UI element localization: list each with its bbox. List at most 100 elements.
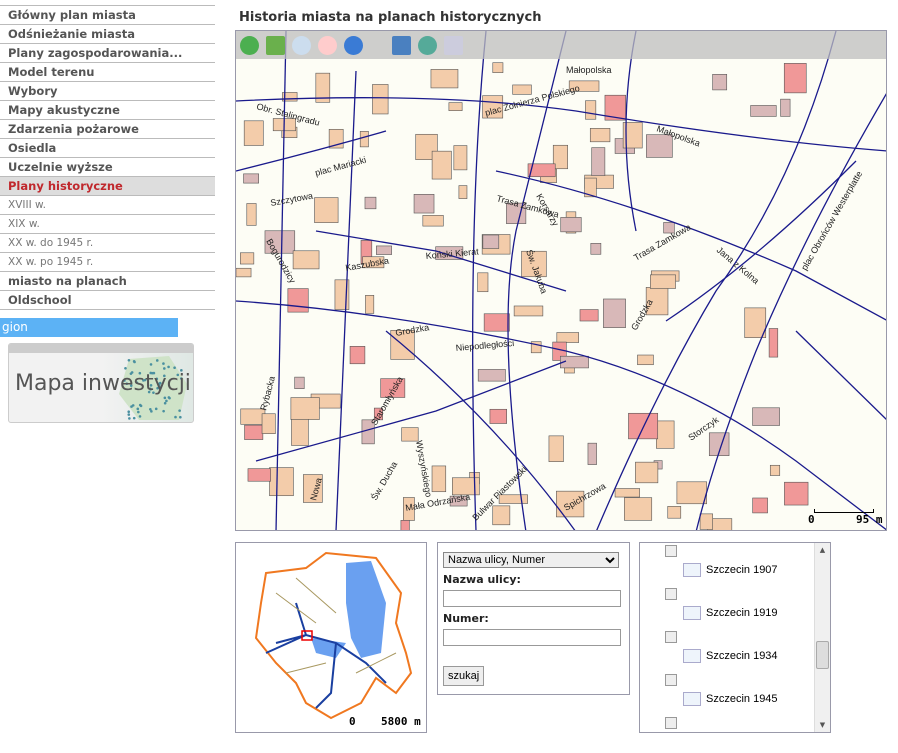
scale-value: 95 m	[856, 513, 883, 526]
region-header[interactable]: gion	[0, 318, 178, 337]
overview-scale-zero: 0	[349, 715, 356, 728]
layer-label: Szczecin 1945	[706, 693, 778, 705]
building	[290, 397, 320, 420]
street	[795, 330, 886, 420]
building	[591, 147, 606, 176]
layer-item[interactable]: Szczecin 1934	[683, 649, 778, 663]
nav-item[interactable]: Plany historyczne	[0, 177, 215, 196]
scrollbar[interactable]: ▲ ▼	[814, 543, 830, 732]
layer-item[interactable]: Szczecin 1919	[683, 606, 778, 620]
overview-map[interactable]: 0 5800 m	[235, 542, 427, 733]
nav-item[interactable]: XIX w.	[0, 215, 215, 234]
nav-item[interactable]: Uczelnie wyższe	[0, 158, 215, 177]
layers-panel: Szczecin 1907 Szczecin 1919 Szczecin 1934 S…	[639, 542, 831, 733]
street-label: Wyszyńskiego	[414, 440, 434, 498]
building	[292, 250, 320, 270]
scrollbar-thumb[interactable]	[816, 641, 829, 669]
street-label: plac Mariacki	[314, 155, 367, 178]
scroll-down-icon[interactable]: ▼	[815, 721, 830, 729]
building	[712, 74, 728, 91]
building	[769, 464, 781, 476]
building	[590, 243, 602, 255]
street-input[interactable]	[443, 590, 621, 607]
search-mode-select[interactable]: Nazwa ulicy, Numer	[443, 552, 619, 568]
building	[240, 408, 266, 425]
building	[676, 481, 707, 505]
overview-scale-value: 5800 m	[381, 715, 421, 728]
nav-item[interactable]: Odśnieżanie miasta	[0, 25, 215, 44]
building	[401, 427, 419, 442]
street-label: Nazwa ulicy:	[443, 573, 521, 586]
layer-label: Szczecin 1907	[706, 564, 778, 576]
nav-item[interactable]: XX w. po 1945 r.	[0, 253, 215, 272]
info-icon[interactable]	[344, 35, 363, 55]
building	[413, 194, 435, 214]
layer-icon	[683, 649, 701, 663]
building	[483, 313, 510, 332]
layer-item[interactable]: Szczecin 1907	[683, 563, 778, 577]
zoom-extent-icon[interactable]	[266, 35, 285, 55]
print-icon[interactable]	[444, 35, 463, 55]
nav-item[interactable]: XVIII w.	[0, 196, 215, 215]
building	[243, 173, 259, 184]
street-label: Rybacka	[258, 375, 277, 411]
building	[750, 105, 777, 117]
building	[236, 267, 252, 278]
building	[656, 420, 675, 449]
building	[359, 131, 369, 148]
number-input[interactable]	[443, 629, 621, 646]
building	[430, 69, 459, 89]
zoom-in-icon[interactable]	[292, 35, 311, 55]
building	[349, 346, 366, 365]
globe-icon[interactable]	[240, 35, 259, 55]
building	[489, 408, 507, 424]
address-search-panel: Nazwa ulicy, Numer Nazwa ulicy: Numer: s…	[437, 542, 630, 695]
nav-item[interactable]: Oldschool	[0, 291, 215, 310]
layer-checkbox[interactable]	[665, 588, 677, 600]
layer-icon	[683, 563, 701, 577]
layer-checkbox[interactable]	[665, 674, 677, 686]
building	[314, 197, 339, 223]
nav-item[interactable]: Zdarzenia pożarowe	[0, 120, 215, 139]
search-button[interactable]: szukaj	[443, 666, 485, 686]
layer-label: Szczecin 1919	[706, 607, 778, 619]
building	[624, 497, 653, 521]
scroll-up-icon[interactable]: ▲	[815, 546, 830, 554]
nav-item[interactable]: miasto na planach	[0, 272, 215, 291]
layer-checkbox[interactable]	[665, 545, 677, 557]
street-label: Jana z Kolna	[715, 245, 761, 286]
building	[589, 128, 611, 143]
building	[453, 145, 468, 171]
nav-item[interactable]: Osiedla	[0, 139, 215, 158]
zoom-out-icon[interactable]	[318, 35, 337, 55]
building	[635, 461, 659, 484]
building	[422, 215, 444, 227]
building	[744, 307, 767, 338]
map-toolbar	[236, 31, 886, 59]
building	[780, 98, 791, 117]
nav-item[interactable]: Plany zagospodarowania...	[0, 44, 215, 63]
building	[431, 465, 447, 493]
building	[448, 102, 463, 111]
overview-canvas[interactable]	[236, 543, 427, 733]
nav-item[interactable]: Model terenu	[0, 63, 215, 82]
window-icon[interactable]	[392, 35, 411, 55]
building	[492, 505, 511, 526]
building	[477, 272, 489, 293]
map-view[interactable]: Małopolska plac Żołnierza Polskiego Obr. S…	[235, 30, 887, 531]
nav-item[interactable]: Główny plan miasta	[0, 6, 215, 25]
layer-checkbox[interactable]	[665, 717, 677, 729]
nav-item[interactable]: Mapy akustyczne	[0, 101, 215, 120]
nav-item[interactable]: Wybory	[0, 82, 215, 101]
mapa-inwestycji-banner[interactable]: Mapa inwestycji	[8, 343, 194, 423]
building	[431, 150, 452, 180]
map-canvas[interactable]: Małopolskaplac Żołnierza PolskiegoObr. S…	[236, 31, 887, 531]
building	[365, 295, 375, 314]
building	[548, 435, 564, 462]
nav-item[interactable]: XX w. do 1945 r.	[0, 234, 215, 253]
layer-item[interactable]: Szczecin 1945	[683, 692, 778, 706]
layer-checkbox[interactable]	[665, 631, 677, 643]
refresh-print-icon[interactable]	[418, 35, 437, 55]
building	[372, 84, 389, 115]
building	[400, 520, 410, 530]
